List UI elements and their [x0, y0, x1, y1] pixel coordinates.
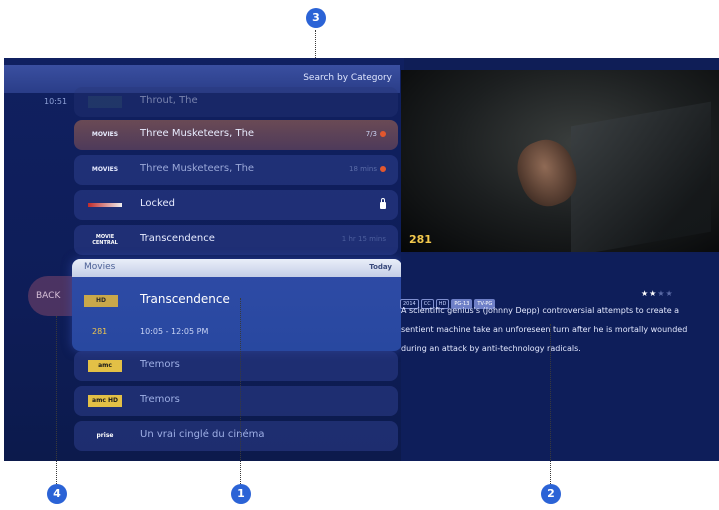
channel-logo: amc HD: [88, 395, 122, 407]
guide-row[interactable]: MOVIES Three Musketeers, The 18 mins: [74, 155, 398, 185]
search-by-category-link[interactable]: Search by Category: [303, 73, 392, 83]
guide-row[interactable]: Throut, The: [74, 87, 398, 117]
channel-logo: MOVIES: [91, 131, 119, 138]
stars-filled: ★★: [641, 289, 658, 298]
duration: 18 mins: [349, 165, 386, 173]
channel-logo-icon: [88, 203, 122, 207]
stars-empty: ★★: [657, 289, 674, 298]
channel-logo: [88, 96, 122, 108]
video-device-shape: [571, 101, 711, 252]
channel-logo: MOVIES: [91, 166, 119, 173]
program-title: Throut, The: [140, 95, 198, 106]
star-rating: ★★★★: [641, 289, 674, 298]
program-title: Transcendence: [140, 292, 230, 306]
program-description: A scientific genius's (Johnny Depp) cont…: [401, 306, 688, 353]
program-title: Transcendence: [140, 233, 215, 244]
record-icon: [380, 166, 386, 172]
duration: 1 hr 15 mins: [341, 235, 386, 243]
callout-2-leader: [550, 324, 551, 484]
program-time: 10:05 - 12:05 PM: [140, 327, 209, 336]
back-button[interactable]: BACK: [28, 276, 72, 316]
program-title: Three Musketeers, The: [140, 128, 255, 139]
guide-row[interactable]: amc HD Tremors: [74, 386, 398, 416]
callout-2: 2: [541, 484, 561, 504]
callout-1-leader: [240, 298, 241, 484]
program-title: Tremors: [140, 359, 180, 370]
channel-logo: MOVIE CENTRAL: [92, 234, 118, 246]
program-title: Locked: [140, 198, 175, 209]
callout-4: 4: [47, 484, 67, 504]
channel-logo: amc: [88, 360, 122, 372]
channel-number: 281: [92, 327, 108, 336]
program-title: Un vrai cinglé du cinéma: [140, 429, 265, 440]
guide-row[interactable]: MOVIE CENTRAL Transcendence 1 hr 15 mins: [74, 225, 398, 255]
callout-1: 1: [231, 484, 251, 504]
lock-icon: [380, 198, 386, 211]
category-label: Movies: [84, 262, 116, 272]
focused-program-card[interactable]: Movies Today HD Transcendence 281 10:05 …: [72, 259, 402, 351]
guide-row[interactable]: prise Un vrai cinglé du cinéma: [74, 421, 398, 451]
guide-row-selected[interactable]: MOVIES Three Musketeers, The 7/3: [74, 120, 398, 150]
current-time: 10:51: [44, 97, 68, 106]
episode-info: 7/3: [366, 130, 386, 138]
record-icon: [380, 131, 386, 137]
category-header: Movies Today: [72, 259, 402, 277]
channel-logo: HD: [84, 295, 118, 307]
video-preview[interactable]: 281: [401, 70, 719, 252]
channel-logo: prise: [96, 432, 114, 439]
guide-row-locked[interactable]: Locked: [74, 190, 398, 220]
preview-channel-number: 281: [409, 233, 432, 246]
callout-3: 3: [306, 8, 326, 28]
program-title: Tremors: [140, 394, 180, 405]
tv-screen: Search by Category 10:51 Throut, The MOV…: [4, 58, 719, 461]
day-label: Today: [369, 263, 392, 271]
guide-row[interactable]: amc Tremors: [74, 351, 398, 381]
program-title: Three Musketeers, The: [140, 163, 255, 174]
callout-4-leader: [56, 316, 57, 484]
